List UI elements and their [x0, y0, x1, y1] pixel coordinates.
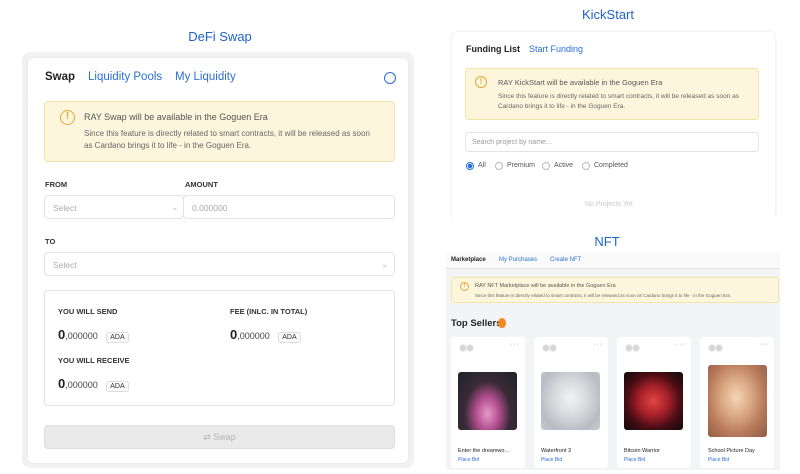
- amount-label: AMOUNT: [185, 180, 218, 189]
- tab-my-purchases[interactable]: My Purchases: [499, 257, 537, 263]
- nft-name: Bitcoin Warrior: [624, 448, 660, 454]
- nft-name: Waterfront 3: [541, 448, 572, 454]
- owner-avatars: [459, 344, 475, 352]
- nft-card[interactable]: ··· Waterfront 3 Place Bid: [534, 337, 608, 468]
- fee-amount-dec: ,000000: [237, 331, 270, 341]
- tab-start-funding[interactable]: Start Funding: [529, 44, 583, 54]
- more-options-icon[interactable]: ···: [510, 341, 520, 348]
- amount-input-placeholder: 0.000000: [192, 203, 228, 213]
- fee-currency-badge: ADA: [278, 332, 301, 343]
- nft-section-title: NFT: [594, 234, 620, 249]
- send-label: YOU WILL SEND: [58, 307, 118, 316]
- receive-label: YOU WILL RECEIVE: [58, 356, 130, 365]
- kickstart-card: [452, 32, 775, 220]
- from-select-value: Select: [53, 203, 77, 213]
- chevron-down-icon: ⌄: [171, 202, 179, 212]
- filter-label-premium[interactable]: Premium: [507, 162, 535, 169]
- kickstart-notice-line1: Since this feature is directly related t…: [498, 93, 739, 100]
- nft-card[interactable]: ··· Enter the dreamwo... Place Bid: [451, 337, 525, 468]
- filter-radio-completed[interactable]: [582, 162, 590, 170]
- top-sellers-heading: Top Sellers: [451, 318, 502, 329]
- nft-notice-title: RAY NFT Marketplace will be available in…: [475, 283, 616, 289]
- more-options-icon[interactable]: ···: [593, 341, 603, 348]
- owner-avatars: [625, 344, 641, 352]
- from-label: FROM: [45, 180, 68, 189]
- kickstart-crop-mask: [446, 218, 780, 230]
- filter-radio-premium[interactable]: [495, 162, 503, 170]
- nft-image[interactable]: [458, 372, 517, 430]
- swap-notice-line1: Since this feature is directly related t…: [84, 129, 370, 138]
- nft-notice: [451, 277, 779, 303]
- filter-radio-active[interactable]: [542, 162, 550, 170]
- fee-amount: 0,000000 ADA: [230, 326, 301, 344]
- send-amount: 0,000000 ADA: [58, 326, 129, 344]
- to-select-value: Select: [53, 260, 77, 270]
- swap-button[interactable]: ⇄ Swap: [44, 425, 395, 449]
- warning-icon: !: [60, 110, 75, 125]
- defi-section-title: DeFi Swap: [188, 29, 252, 44]
- place-bid-link[interactable]: Place Bid: [541, 457, 562, 463]
- nft-image[interactable]: [541, 372, 600, 430]
- nft-card[interactable]: ··· School Picture Day Place Bid: [700, 337, 774, 468]
- empty-state-text: No Projects Yet: [585, 201, 633, 208]
- avatar: [549, 344, 557, 352]
- swap-notice-line2: as Cardano brings it to life - in the Go…: [84, 141, 252, 150]
- tab-my-liquidity[interactable]: My Liquidity: [175, 71, 236, 83]
- to-select[interactable]: Select ⌄: [44, 252, 395, 276]
- nft-image[interactable]: [708, 365, 767, 437]
- avatar: [632, 344, 640, 352]
- fee-label: FEE (INLC. IN TOTAL): [230, 307, 308, 316]
- owner-avatars: [708, 344, 724, 352]
- nft-tabbar: [446, 252, 780, 269]
- amount-input[interactable]: 0.000000: [183, 195, 395, 219]
- tab-funding-list[interactable]: Funding List: [466, 44, 520, 54]
- chevron-down-icon: ⌄: [381, 259, 389, 269]
- tab-create-nft[interactable]: Create NFT: [550, 257, 581, 263]
- nft-card[interactable]: ··· Bitcoin Warrior Place Bid: [617, 337, 691, 468]
- filter-label-completed[interactable]: Completed: [594, 162, 628, 169]
- owner-avatars: [542, 344, 558, 352]
- more-options-icon[interactable]: ···: [759, 341, 769, 348]
- kickstart-notice-line2: Cardano brings it to life - in the Gogue…: [498, 103, 626, 110]
- kickstart-notice-title: RAY KickStart will be available in the G…: [498, 78, 663, 87]
- to-label: TO: [45, 237, 56, 246]
- nft-name: Enter the dreamwo...: [458, 448, 510, 454]
- nft-image[interactable]: [624, 372, 683, 430]
- swap-notice-title: RAY Swap will be available in the Goguen…: [84, 112, 268, 122]
- place-bid-link[interactable]: Place Bid: [624, 457, 645, 463]
- nft-notice-text: Since this feature is directly related t…: [475, 293, 732, 298]
- receive-amount: 0,000000 ADA: [58, 375, 129, 393]
- gear-icon[interactable]: [384, 72, 396, 84]
- swap-arrows-icon: ⇄: [203, 432, 211, 442]
- search-project-placeholder: Search project by name...: [472, 139, 552, 146]
- warning-icon: !: [460, 282, 469, 291]
- fire-icon: [498, 318, 506, 328]
- send-amount-dec: ,000000: [65, 331, 98, 341]
- receive-currency-badge: ADA: [106, 381, 129, 392]
- tab-swap[interactable]: Swap: [45, 71, 75, 83]
- filter-label-all[interactable]: All: [478, 162, 486, 169]
- nft-name: School Picture Day: [708, 448, 755, 454]
- tab-marketplace[interactable]: Marketplace: [451, 257, 486, 263]
- receive-amount-dec: ,000000: [65, 380, 98, 390]
- warning-icon: !: [475, 76, 487, 88]
- send-currency-badge: ADA: [106, 332, 129, 343]
- search-project-input[interactable]: Search project by name...: [465, 132, 759, 152]
- tab-liquidity-pools[interactable]: Liquidity Pools: [88, 71, 162, 83]
- swap-button-label: Swap: [213, 432, 236, 442]
- place-bid-link[interactable]: Place Bid: [708, 457, 729, 463]
- kickstart-section-title: KickStart: [581, 7, 634, 22]
- filter-label-active[interactable]: Active: [554, 162, 573, 169]
- avatar: [466, 344, 474, 352]
- from-select[interactable]: Select ⌄: [44, 195, 184, 219]
- more-options-icon[interactable]: ···: [676, 341, 686, 348]
- filter-radio-all[interactable]: [466, 162, 474, 170]
- place-bid-link[interactable]: Place Bid: [458, 457, 479, 463]
- avatar: [715, 344, 723, 352]
